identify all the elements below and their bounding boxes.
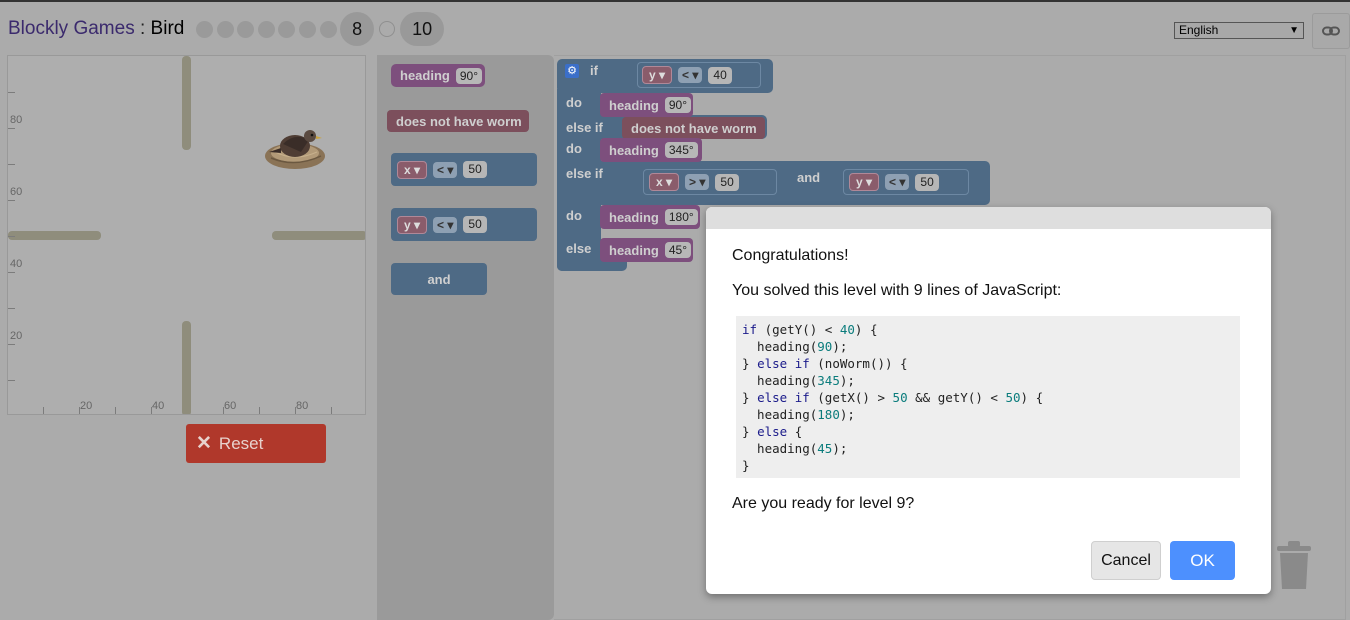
variable-dropdown[interactable]: x ▾ [649,173,680,191]
language-select[interactable]: English ▼ [1174,22,1304,39]
link-icon [1322,26,1340,36]
level-selector: 8 10 [196,12,448,46]
code-line: } [742,458,750,473]
code-block: if (getY() < 40) { heading(90); } else i… [736,316,1240,478]
title-separator: : [134,18,151,39]
last-level-dot[interactable]: 10 [400,12,445,46]
heading-angle[interactable]: 45° [664,242,691,258]
variable-dropdown[interactable]: y ▾ [642,66,673,84]
else-if-keyword: else if [566,120,603,135]
bird-in-nest-icon [265,130,325,169]
heading-block[interactable]: heading 180° [600,205,700,229]
heading-block[interactable]: heading 90° [600,93,693,117]
congratulations-dialog: Congratulations! You solved this level w… [706,207,1271,594]
code-line: heading(90); [742,339,848,354]
heading-angle[interactable]: 90° [664,97,691,113]
game-name: Bird [150,18,185,39]
level-5-dot[interactable] [278,20,296,38]
trash-icon[interactable] [1275,540,1313,590]
level-9-dot[interactable] [379,21,396,37]
heading-angle[interactable]: 345° [664,142,698,158]
dialog-header [706,207,1271,229]
settings-gear-icon[interactable]: ⚙ [565,64,579,78]
y-axis-label: 40 [10,258,23,270]
do-keyword: do [566,208,582,223]
level-6-dot[interactable] [298,20,316,38]
toolbox-and-block[interactable]: and [391,263,487,295]
variable-dropdown[interactable]: y ▾ [397,215,428,234]
else-keyword: else [566,241,592,256]
code-line: heading(180); [742,407,855,422]
toolbox-heading-block[interactable]: heading 90° [391,64,485,87]
dialog-message: You solved this level with 9 lines of Ja… [732,282,1062,299]
condition-y-less-40[interactable]: y ▾ < ▾ 40 [637,62,761,88]
level-4-dot[interactable] [257,20,275,38]
app-name-link[interactable]: Blockly Games [8,18,135,39]
do-keyword: do [566,95,582,110]
y-axis-label: 80 [10,114,23,126]
number-field[interactable]: 50 [463,216,487,233]
y-axis-label: 60 [10,186,23,198]
wall-top [182,56,191,150]
number-field[interactable]: 50 [715,173,739,191]
heading-block[interactable]: heading 45° [600,238,693,262]
code-line: } else if (noWorm()) { [742,356,908,371]
block-toolbox: heading 90° does not have worm x ▾ < ▾ 5… [377,55,554,620]
dialog-title: Congratulations! [732,247,849,264]
code-line: heading(345); [742,373,855,388]
level-2-dot[interactable] [216,20,234,38]
level-3-dot[interactable] [237,20,255,38]
wall-left [8,231,101,240]
y-axis-label: 20 [10,330,23,342]
operator-dropdown[interactable]: < ▾ [433,161,458,178]
code-line: heading(45); [742,441,848,456]
do-keyword: do [566,141,582,156]
code-line: if (getY() < 40) { [742,322,878,337]
heading-angle[interactable]: 180° [664,209,698,225]
x-axis-label: 20 [80,400,93,412]
variable-dropdown[interactable]: y ▾ [849,173,880,191]
else-if-keyword: else if [566,166,603,181]
current-level-dot[interactable]: 8 [340,12,375,46]
cancel-button[interactable]: Cancel [1091,541,1161,580]
toolbox-no-worm-block[interactable]: does not have worm [387,110,529,132]
link-button[interactable] [1312,13,1350,49]
toolbox-compare-y-block[interactable]: y ▾ < ▾ 50 [391,208,537,241]
level-1-dot[interactable] [196,20,213,38]
wall-right [272,231,365,240]
number-field[interactable]: 40 [708,66,732,84]
toolbox-compare-x-block[interactable]: x ▾ < ▾ 50 [391,153,537,186]
reset-label: Reset [218,433,264,453]
game-visualization: 80 60 40 20 20 40 60 80 [7,55,366,415]
language-value: English [1179,23,1219,37]
wall-bottom [182,321,191,414]
condition-x-greater-50[interactable]: x ▾ > ▾ 50 [643,169,777,195]
chevron-down-icon: ▼ [1289,25,1299,36]
no-worm-block[interactable]: does not have worm [622,117,765,139]
x-axis-label: 80 [296,400,309,412]
ok-button[interactable]: OK [1170,541,1235,580]
reset-button[interactable]: ✕ Reset [186,424,326,463]
operator-dropdown[interactable]: < ▾ [885,174,910,190]
if-keyword: if [590,63,598,78]
close-icon: ✕ [196,433,212,454]
dialog-question: Are you ready for level 9? [732,495,915,512]
heading-block[interactable]: heading 345° [600,138,702,162]
top-bar: Blockly Games : Bird 8 10 English ▼ [0,4,1350,52]
heading-angle[interactable]: 90° [455,67,482,84]
and-keyword: and [797,170,821,185]
variable-dropdown[interactable]: x ▾ [397,160,428,179]
number-field[interactable]: 50 [463,161,487,178]
number-field[interactable]: 50 [915,173,939,191]
condition-y-less-50[interactable]: y ▾ < ▾ 50 [843,169,969,195]
level-7-dot[interactable] [319,20,337,38]
page-title: Blockly Games : Bird [8,18,184,40]
x-axis-label: 40 [152,400,165,412]
code-line: } else if (getX() > 50 && getY() < 50) { [742,390,1044,405]
operator-dropdown[interactable]: > ▾ [685,174,710,190]
code-line: } else { [742,424,803,439]
operator-dropdown[interactable]: < ▾ [433,216,458,233]
operator-dropdown[interactable]: < ▾ [678,67,703,83]
x-axis-label: 60 [224,400,237,412]
